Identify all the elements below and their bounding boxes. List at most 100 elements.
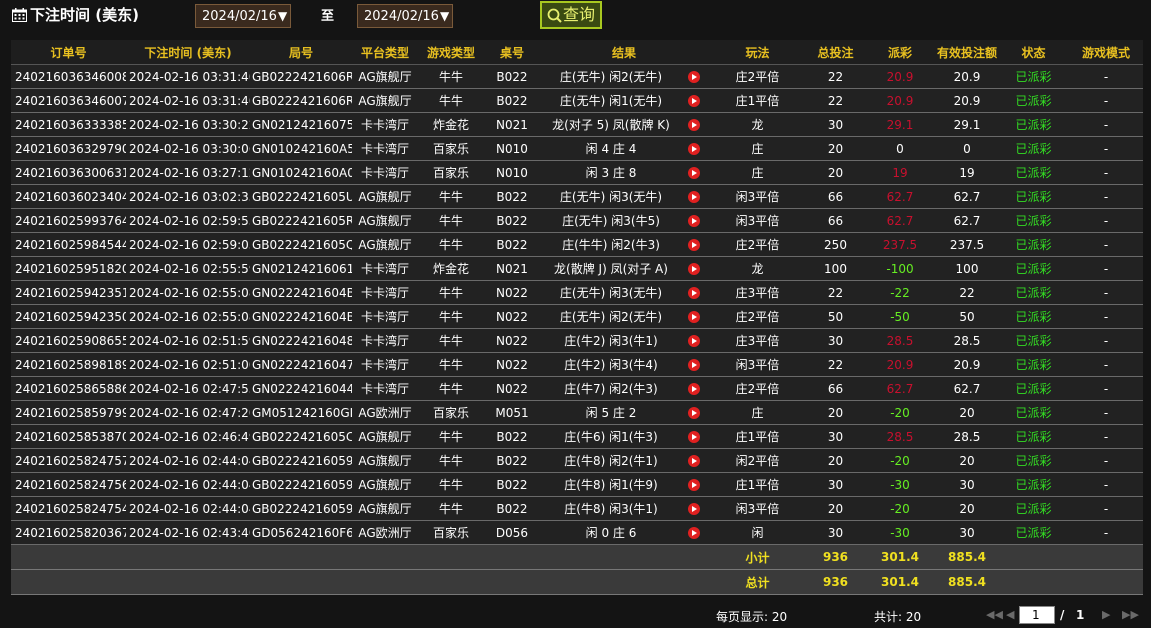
play-icon[interactable] [688,407,700,419]
valid-bet-cell: 28.5 [936,424,998,449]
bet-type-cell: 庄3平倍 [708,328,807,353]
round-id-cell: GN02224216048 [250,328,352,353]
round-id-cell: GB02224216059 [250,472,352,497]
prev-page-icon[interactable]: ◀ [1006,608,1014,621]
bet-time-cell: 2024-02-16 03:02:35 [126,184,250,209]
first-page-icon[interactable]: ◀◀ [986,608,1003,621]
play-icon[interactable] [688,287,700,299]
payout-cell: 0 [864,136,936,161]
order-number-cell: 240216036333385 [11,112,126,137]
sum-spacer [11,544,708,570]
result-text: 庄(牛2) 闲3(牛1) [564,334,658,348]
play-icon[interactable] [688,479,700,491]
platform-cell: AG旗舰厅 [352,496,418,521]
bet-type-cell: 庄 [708,400,807,425]
order-number-cell: 240216036346007 [11,88,126,113]
next-page-icon[interactable]: ▶ [1102,608,1110,621]
date-to-select[interactable]: 2024/02/16▼ [357,4,453,28]
game-mode-cell: - [1069,88,1143,113]
column-header: 游戏类型 [418,40,484,65]
game-type-cell: 牛牛 [418,424,484,449]
table-number-cell: B022 [484,424,540,449]
play-icon[interactable] [688,215,700,227]
bet-type-cell: 闲3平倍 [708,352,807,377]
play-icon[interactable] [688,119,700,131]
payout-cell: -30 [864,520,936,545]
order-number-cell: 240216025908655 [11,328,126,353]
query-button[interactable]: 查询 [540,1,602,29]
play-icon[interactable] [688,383,700,395]
round-id-cell: GB02224216059 [250,448,352,473]
play-icon[interactable] [688,455,700,467]
column-header: 平台类型 [352,40,418,65]
table-row: 240216025824757 2024-02-16 02:44:04 GB0222… [11,448,1143,473]
status-cell: 已派彩 [998,328,1069,353]
valid-bet-cell: 30 [936,520,998,545]
order-number-cell: 240216025993764 [11,208,126,233]
bet-type-cell: 庄 [708,136,807,161]
bet-type-cell: 闲 [708,520,807,545]
play-icon[interactable] [688,143,700,155]
platform-cell: 卡卡湾厅 [352,352,418,377]
bet-time-cell: 2024-02-16 02:46:49 [126,424,250,449]
valid-bet-cell: 20 [936,496,998,521]
filter-label: 下注时间 (美东) [30,6,139,24]
result-cell: 庄(牛8) 闲1(牛9) [540,472,708,497]
total-bet-cell: 50 [807,304,864,329]
game-mode-cell: - [1069,64,1143,89]
play-icon[interactable] [688,335,700,347]
round-id-cell: GB0222421605C [250,424,352,449]
result-text: 庄(无牛) 闲3(无牛) [559,286,663,300]
result-cell: 庄(无牛) 闲1(无牛) [540,88,708,113]
play-icon[interactable] [688,95,700,107]
platform-cell: 卡卡湾厅 [352,136,418,161]
order-number-cell: 240216025824756 [11,472,126,497]
table-number-cell: B022 [484,88,540,113]
page-number-input[interactable] [1019,606,1055,624]
result-cell: 庄(牛2) 闲3(牛4) [540,352,708,377]
bet-time-cell: 2024-02-16 02:55:08 [126,280,250,305]
play-icon[interactable] [688,527,700,539]
table-row: 240216025898189 2024-02-16 02:51:00 GN0222… [11,352,1143,377]
total-bet-cell: 20 [807,400,864,425]
bet-type-cell: 闲2平倍 [708,448,807,473]
filter-bar: 下注时间 (美东) 2024/02/16▼ 至 2024/02/16▼ 查询 [0,0,1151,36]
bet-type-cell: 庄1平倍 [708,88,807,113]
play-icon[interactable] [688,71,700,83]
status-cell: 已派彩 [998,88,1069,113]
play-icon[interactable] [688,311,700,323]
result-text: 庄(牛8) 闲1(牛9) [564,478,658,492]
total-pages: 1 [1076,608,1085,622]
play-icon[interactable] [688,503,700,515]
result-text: 庄(牛8) 闲3(牛1) [564,502,658,516]
payout-cell: -100 [864,256,936,281]
sum-total-bet: 936 [807,569,864,595]
play-icon[interactable] [688,239,700,251]
game-type-cell: 百家乐 [418,136,484,161]
play-icon[interactable] [688,263,700,275]
round-id-cell: GB0222421605R [250,208,352,233]
game-mode-cell: - [1069,496,1143,521]
game-mode-cell: - [1069,304,1143,329]
table-number-cell: N022 [484,304,540,329]
table-row: 240216025908655 2024-02-16 02:51:59 GN0222… [11,328,1143,353]
result-cell: 庄(牛6) 闲1(牛3) [540,424,708,449]
play-icon[interactable] [688,167,700,179]
column-header: 局号 [250,40,352,65]
total-bet-cell: 100 [807,256,864,281]
play-icon[interactable] [688,191,700,203]
result-text: 庄(无牛) 闲1(无牛) [559,94,663,108]
payout-cell: 62.7 [864,208,936,233]
platform-cell: 卡卡湾厅 [352,160,418,185]
date-from-select[interactable]: 2024/02/16▼ [195,4,291,28]
order-number-cell: 240216025859799 [11,400,126,425]
bet-type-cell: 庄2平倍 [708,376,807,401]
game-mode-cell: - [1069,280,1143,305]
result-cell: 庄(牛8) 闲3(牛1) [540,496,708,521]
play-icon[interactable] [688,359,700,371]
play-icon[interactable] [688,431,700,443]
game-type-cell: 牛牛 [418,208,484,233]
result-cell: 庄(无牛) 闲2(无牛) [540,304,708,329]
result-cell: 庄(无牛) 闲2(无牛) [540,64,708,89]
last-page-icon[interactable]: ▶▶ [1122,608,1139,621]
